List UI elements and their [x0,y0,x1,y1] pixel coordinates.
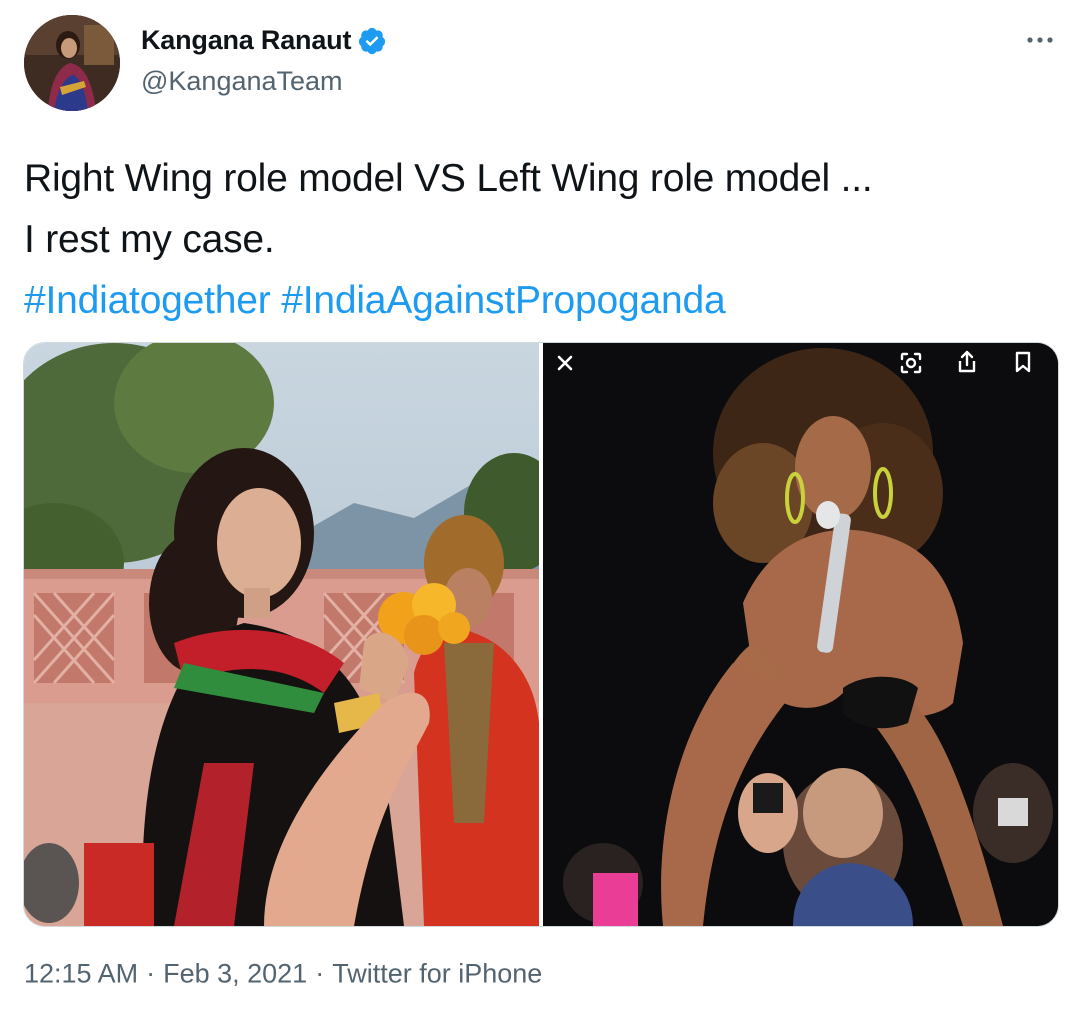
more-horizontal-icon [1027,37,1053,43]
tweet-text-line-1: Right Wing role model VS Left Wing role … [24,157,873,200]
close-icon[interactable] [551,349,579,377]
tweet-source-link[interactable]: Twitter for iPhone [332,958,542,988]
avatar[interactable] [24,15,120,111]
share-icon[interactable] [953,348,981,376]
media-grid [23,342,1059,927]
photo-singer-performing-on-stage-icon [543,343,1058,926]
bookmark-icon[interactable] [1009,348,1037,376]
media-photo-left[interactable] [24,343,539,926]
tweet-time[interactable]: 12:15 AM [24,958,138,988]
tweet-metadata: 12:15 AM · Feb 3, 2021 · Twitter for iPhone [24,957,542,989]
author-handle[interactable]: @KanganaTeam [141,66,343,97]
more-options-button[interactable] [1022,26,1058,54]
hashtag-line: #Indiatogether #IndiaAgainstPropoganda [24,270,1054,331]
metadata-separator: · [315,958,325,989]
author-display-name[interactable]: Kangana Ranaut [141,25,351,56]
tweet-date[interactable]: Feb 3, 2021 [163,958,307,988]
tweet-text: Right Wing role model VS Left Wing role … [24,148,1054,331]
author-name-row[interactable]: Kangana Ranaut [141,25,387,56]
photo-woman-praying-with-flowers-icon [24,343,539,926]
profile-photo-icon [24,15,120,111]
tweet-text-line-2: I rest my case. [24,218,275,261]
tweet-card: Kangana Ranaut @KanganaTeam Right Wing r… [0,0,1082,1018]
lens-search-icon[interactable] [897,349,925,377]
hashtag-link-indiaagainstpropoganda[interactable]: #IndiaAgainstPropoganda [281,279,725,322]
metadata-separator: · [146,958,156,989]
hashtag-link-indiatogether[interactable]: #Indiatogether [24,279,271,322]
media-photo-right[interactable] [543,343,1058,926]
verified-badge-icon [357,26,387,56]
